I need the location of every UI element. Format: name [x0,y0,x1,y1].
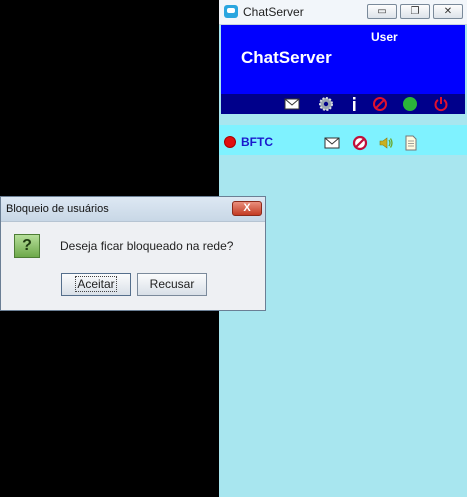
accept-button-label: Aceitar [75,276,117,292]
app-header: User ChatServer [221,25,465,94]
document-icon[interactable] [403,135,419,151]
user-label: User [371,30,398,44]
speaker-icon[interactable] [378,135,394,151]
app-name: ChatServer [241,48,332,67]
chat-app-icon [224,5,238,18]
block-icon[interactable] [372,96,388,112]
window-title-bar[interactable]: ChatServer ▭ ❐ ✕ [219,0,467,25]
info-icon[interactable] [346,96,362,112]
question-icon: ? [14,234,40,258]
mail-icon[interactable] [324,135,340,151]
dialog-title-bar[interactable]: Bloqueio de usuários X [1,197,265,222]
user-row[interactable]: BFTC [219,125,467,155]
settings-gear-icon[interactable] [318,96,334,112]
window-title: ChatServer [243,5,304,19]
user-name[interactable]: BFTC [241,135,273,149]
accept-button[interactable]: Aceitar [61,273,131,296]
block-users-dialog: Bloqueio de usuários X ? Deseja ficar bl… [0,196,266,311]
dialog-close-button[interactable]: X [232,201,262,216]
minimize-button[interactable]: ▭ [367,4,397,19]
dialog-message: Deseja ficar bloqueado na rede? [60,239,234,253]
toolbar [221,94,465,114]
dialog-title: Bloqueio de usuários [6,203,109,215]
mail-icon[interactable] [284,96,300,112]
block-icon[interactable] [352,135,368,151]
close-button[interactable]: ✕ [433,4,463,19]
maximize-button[interactable]: ❐ [400,4,430,19]
status-online-icon[interactable] [402,96,418,112]
power-icon[interactable] [433,96,449,112]
user-status-indicator [224,136,236,148]
reject-button[interactable]: Recusar [137,273,207,296]
